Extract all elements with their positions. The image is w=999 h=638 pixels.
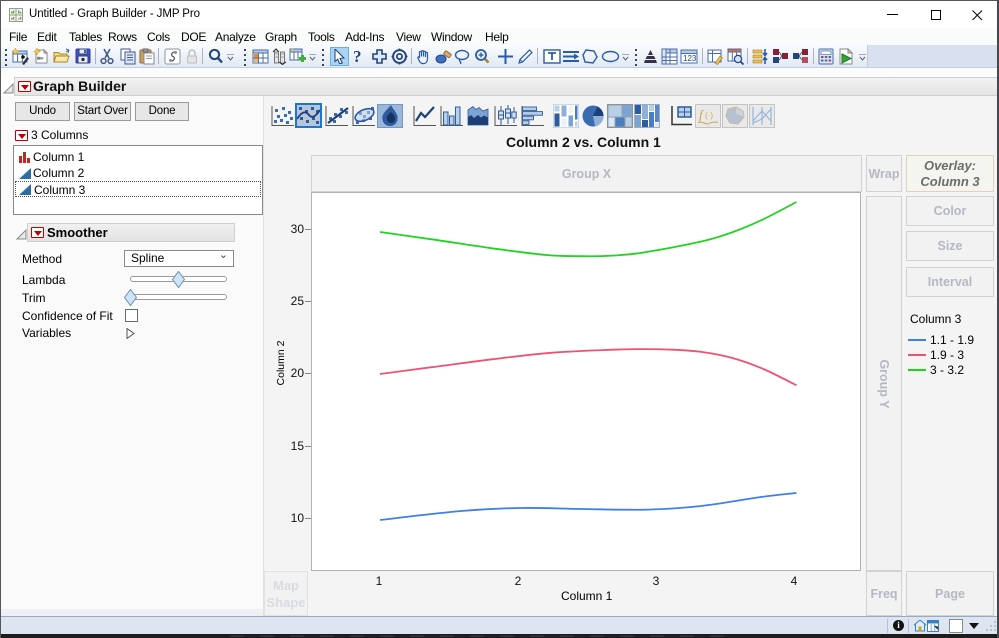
svg-text:123: 123 <box>683 54 697 63</box>
svg-text:(·): (·) <box>705 111 713 120</box>
